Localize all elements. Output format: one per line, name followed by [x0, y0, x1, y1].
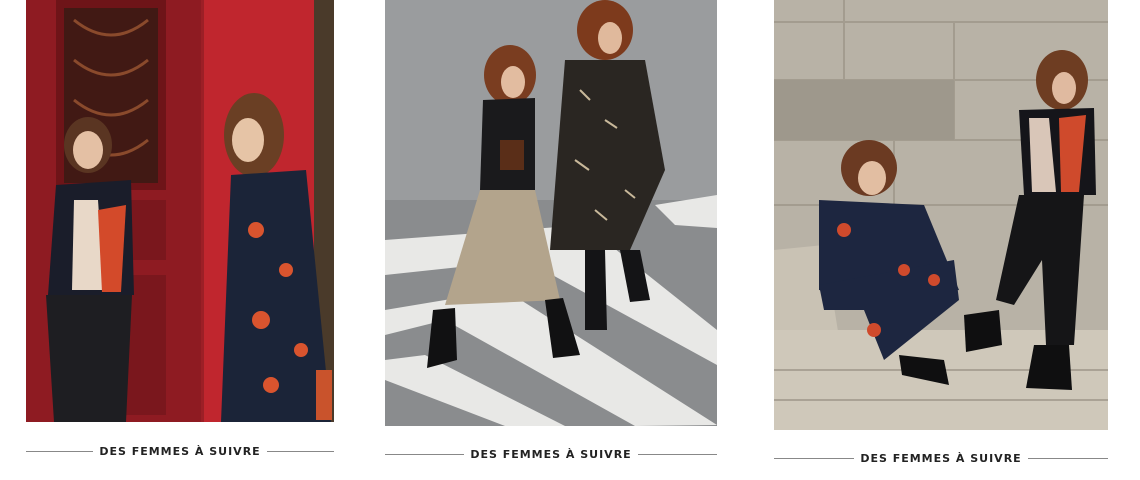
lookbook-photo-1[interactable] [26, 0, 334, 422]
lookbook-photo-3[interactable] [774, 0, 1108, 430]
lookbook-caption-3: DES FEMMES À SUIVRE [774, 451, 1108, 465]
caption-rule-right [637, 453, 717, 455]
caption-rule-left [385, 453, 465, 455]
caption-label[interactable]: DES FEMMES À SUIVRE [464, 448, 637, 461]
caption-rule-right [266, 450, 334, 452]
caption-label[interactable]: DES FEMMES À SUIVRE [854, 452, 1027, 465]
caption-rule-left [774, 457, 855, 459]
lookbook-caption-1: DES FEMMES À SUIVRE [26, 444, 334, 458]
lookbook-photo-2[interactable] [385, 0, 717, 426]
caption-rule-right [1027, 457, 1108, 459]
lookbook-caption-2: DES FEMMES À SUIVRE [385, 447, 717, 461]
caption-rule-left [26, 450, 94, 452]
caption-label[interactable]: DES FEMMES À SUIVRE [93, 445, 266, 458]
